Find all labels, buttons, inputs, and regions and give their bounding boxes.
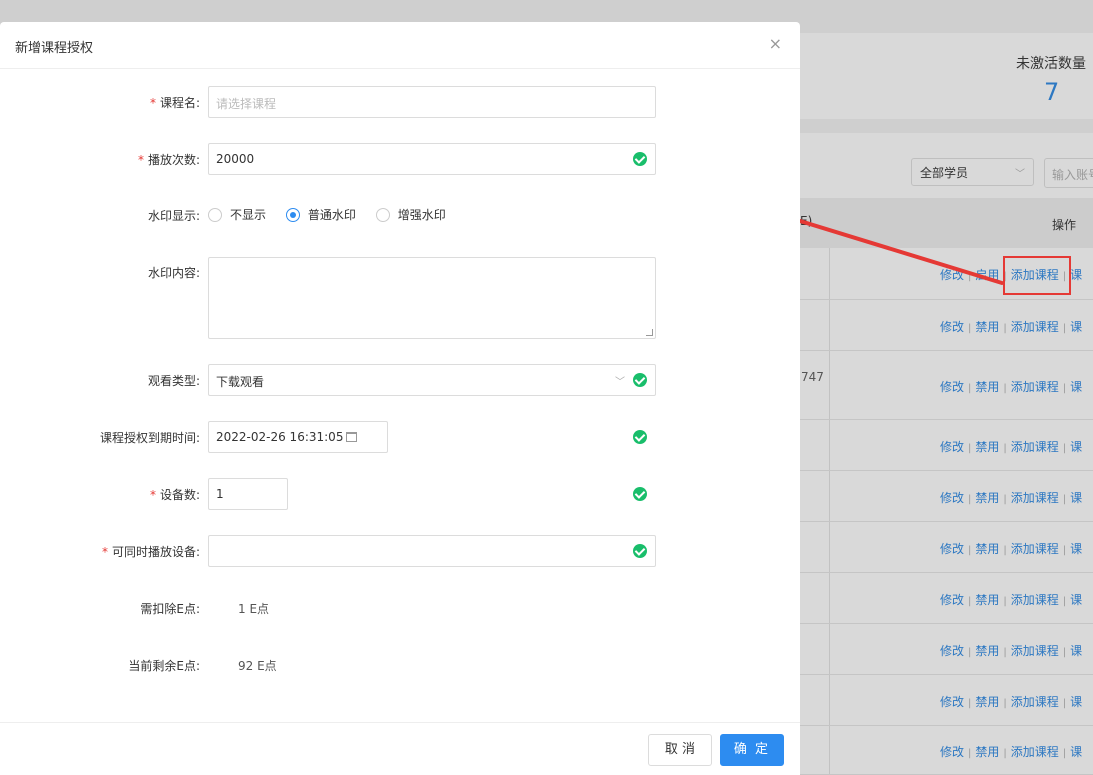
course-name-label: * 课程名:: [149, 96, 200, 110]
watermark-content-textarea[interactable]: [208, 257, 656, 339]
concurrent-devices-input[interactable]: [208, 535, 656, 567]
calendar-icon[interactable]: [346, 432, 357, 442]
resize-grip-icon[interactable]: [646, 329, 653, 336]
check-circle-icon: [633, 544, 647, 558]
deduct-points-value: 1 E点: [238, 602, 270, 616]
watch-type-select[interactable]: 下载观看: [208, 364, 656, 396]
concurrent-devices-label: * 可同时播放设备:: [101, 545, 200, 559]
watermark-radio-group: 不显示 普通水印 增强水印: [208, 206, 462, 225]
dialog-title: 新增课程授权: [15, 41, 94, 56]
radio-normal-watermark[interactable]: 普通水印: [285, 206, 356, 223]
watermark-content-label: 水印内容:: [147, 266, 200, 280]
play-count-label: * 播放次数:: [137, 153, 200, 167]
watch-type-label: 观看类型:: [147, 374, 200, 388]
check-circle-icon: [633, 373, 647, 387]
deduct-points-label: 需扣除E点:: [140, 602, 200, 616]
radio-no-watermark[interactable]: 不显示: [208, 206, 266, 223]
radio-enhanced-watermark[interactable]: 增强水印: [375, 206, 446, 223]
close-icon[interactable]: ×: [769, 36, 782, 52]
radio-circle-icon: [208, 207, 222, 222]
radio-checked-icon: [285, 207, 300, 222]
course-name-select[interactable]: 请选择课程: [208, 86, 656, 118]
expiry-label: 课程授权到期时间:: [99, 431, 200, 445]
remaining-points-label: 当前剩余E点:: [128, 659, 200, 673]
device-count-label: * 设备数:: [149, 488, 200, 502]
remaining-points-value: 92 E点: [238, 659, 277, 673]
cancel-button[interactable]: 取 消: [648, 734, 712, 766]
play-count-input[interactable]: 20000: [208, 143, 656, 175]
radio-circle-icon: [375, 207, 390, 222]
watermark-display-label: 水印显示:: [147, 209, 200, 223]
add-course-auth-dialog: 新增课程授权 × * 课程名: 请选择课程 * 播放次数: 20000 水印显示: …: [0, 22, 800, 775]
expiry-datetime-input[interactable]: 2022-02-26 16:31:05: [208, 421, 388, 453]
dialog-header: 新增课程授权 ×: [0, 22, 800, 69]
check-circle-icon: [633, 487, 647, 501]
chevron-down-icon: ﹀: [615, 377, 625, 388]
check-circle-icon: [633, 430, 647, 444]
device-count-input[interactable]: 1: [208, 478, 288, 510]
check-circle-icon: [633, 152, 647, 166]
dialog-footer: 取 消 确 定: [0, 722, 800, 775]
confirm-button[interactable]: 确 定: [720, 734, 784, 766]
